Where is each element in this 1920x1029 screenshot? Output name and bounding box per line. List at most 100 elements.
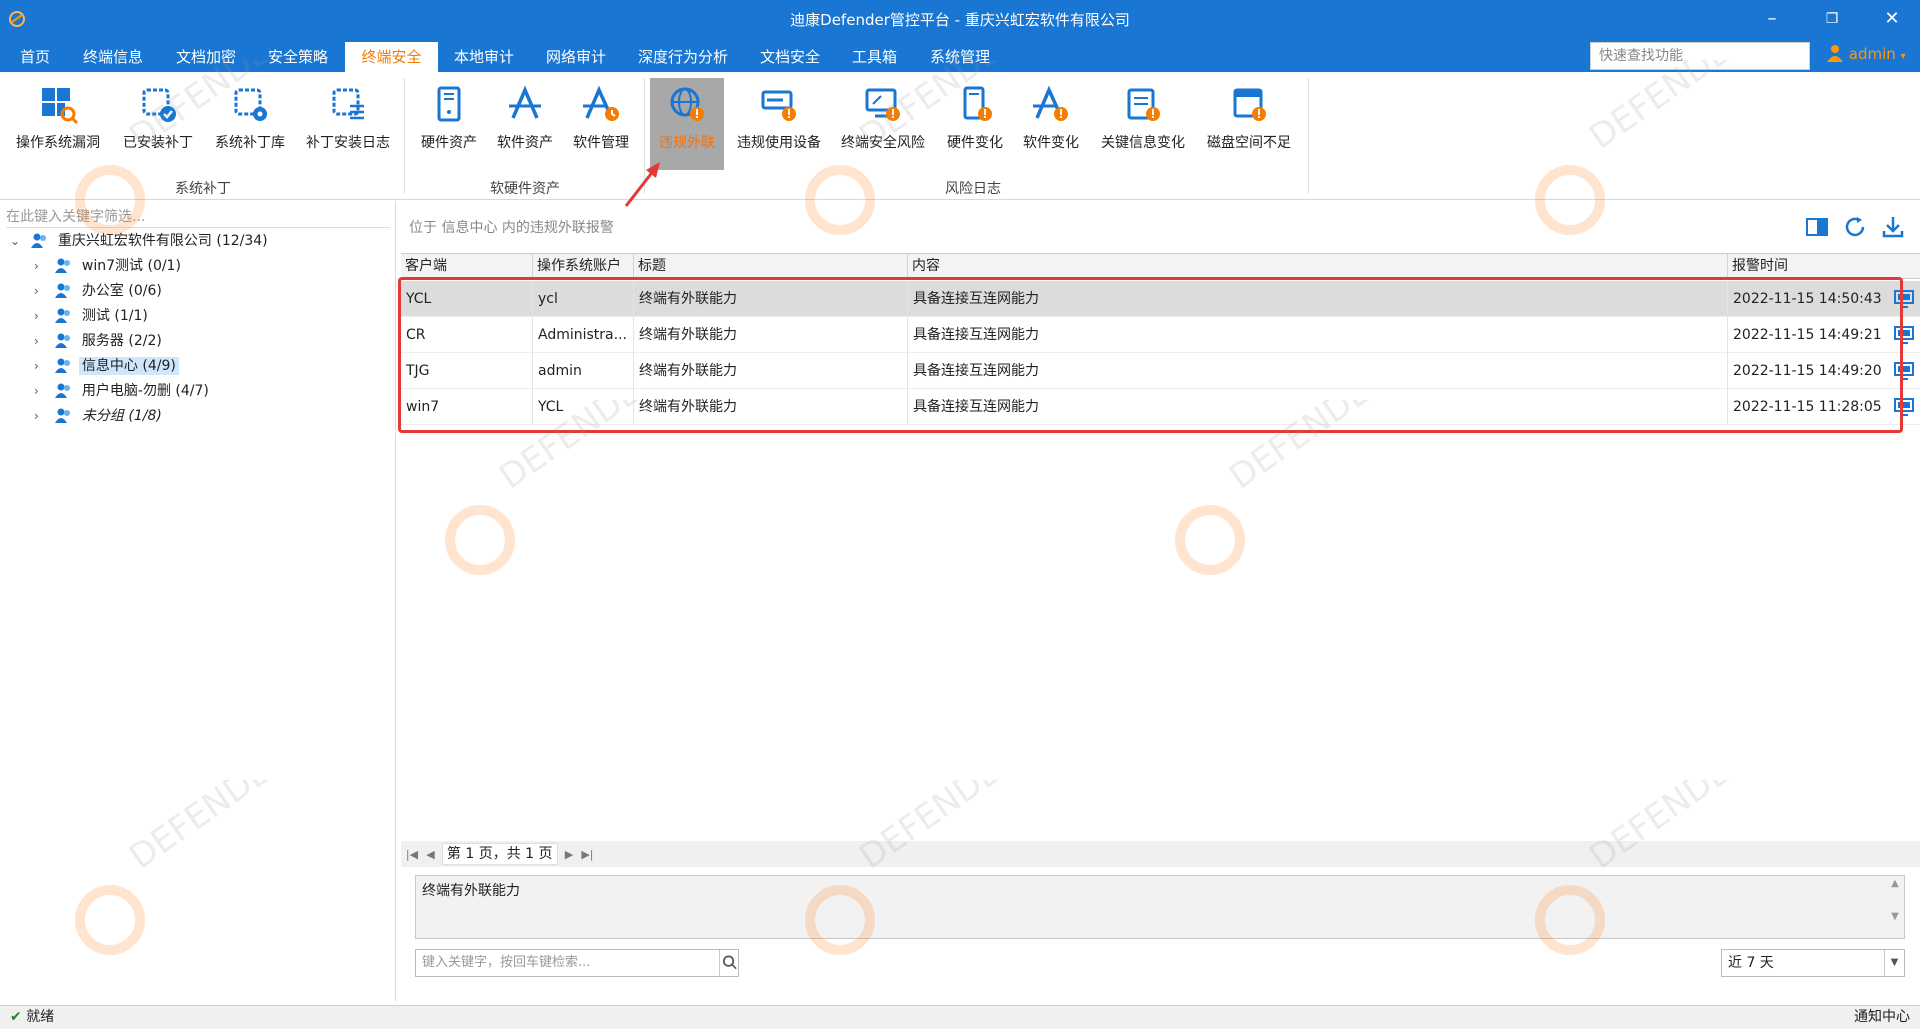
tree-item-servers[interactable]: › 服务器 (2/2) [34,329,165,353]
ribbon-illegal-device[interactable]: 违规使用设备 [732,78,826,170]
user-group-icon [55,408,71,423]
ribbon-terminal-risk[interactable]: 终端安全风险 [836,78,930,170]
cell-account: ycl [533,281,634,317]
column-layout-icon[interactable] [1805,215,1829,239]
menu-behavior-analysis[interactable]: 深度行为分析 [626,42,740,72]
ribbon-illegal-outreach-label: 违规外联 [659,135,715,151]
ribbon-os-vuln[interactable]: 操作系统漏洞 [10,78,106,170]
ribbon-software-asset[interactable]: 软件资产 [492,78,558,170]
menu-doc-security[interactable]: 文档安全 [748,42,832,72]
user-group-icon [55,383,71,398]
restore-button[interactable]: ❐ [1814,6,1850,32]
menu-network-audit[interactable]: 网络审计 [534,42,618,72]
chevron-right-icon[interactable]: › [34,354,50,378]
monitor-icon[interactable] [1894,398,1914,416]
chevron-right-icon[interactable]: › [34,329,50,353]
download-icon[interactable] [1881,215,1905,239]
notification-center-link[interactable]: 通知中心 [1854,1006,1910,1028]
refresh-icon[interactable] [1843,215,1867,239]
tree-filter-input[interactable]: 在此键入关键字筛选... [6,206,390,228]
monitor-icon[interactable] [1894,362,1914,380]
tree-item-test[interactable]: › 测试 (1/1) [34,304,151,328]
menu-doc-encrypt[interactable]: 文档加密 [164,42,248,72]
ribbon-disk-space[interactable]: 磁盘空间不足 [1202,78,1296,170]
column-alert-time[interactable]: 报警时间 [1728,254,1920,278]
tree-item-office[interactable]: › 办公室 (0/6) [34,279,165,303]
cell-time: 2022-11-15 14:49:20 [1733,363,1882,379]
time-range-select[interactable]: 近 7 天 ▼ [1721,949,1905,977]
globe-alert-icon [670,87,704,121]
disk-alert-icon [1233,88,1266,121]
monitor-icon[interactable] [1894,326,1914,344]
tree-item-win7-test[interactable]: › win7测试 (0/1) [34,254,184,278]
window-title: 迪康Defender管控平台 - 重庆兴虹宏软件有限公司 [790,11,1130,29]
chevron-right-icon[interactable]: › [34,404,50,428]
table-row[interactable]: YCL ycl 终端有外联能力 具备连接互连网能力 2022-11-15 14:… [401,281,1920,317]
ribbon-illegal-outreach[interactable]: 违规外联 [650,78,724,170]
last-page-icon[interactable]: ▶| [580,842,594,868]
menu-system-manage[interactable]: 系统管理 [918,42,1002,72]
user-menu[interactable]: admin ▾ [1826,44,1906,63]
column-client[interactable]: 客户端 [401,254,533,278]
detail-scrollbar[interactable]: ▲ ▼ [1888,878,1902,936]
table-row[interactable]: TJG admin 终端有外联能力 具备连接互连网能力 2022-11-15 1… [401,353,1920,389]
column-content[interactable]: 内容 [908,254,1728,278]
tree-item-user-pc[interactable]: › 用户电脑-勿删 (4/7) [34,379,212,403]
table-row[interactable]: win7 YCL 终端有外联能力 具备连接互连网能力 2022-11-15 11… [401,389,1920,425]
tree-item-label: 未分组 (1/8) [81,408,162,424]
menu-terminal-security[interactable]: 终端安全 [345,42,438,72]
user-group-icon [31,233,47,248]
user-name: admin [1848,45,1896,63]
menu-local-audit[interactable]: 本地审计 [442,42,526,72]
ribbon-patch-log[interactable]: 补丁安装日志 [300,78,396,170]
menu-terminal-info[interactable]: 终端信息 [71,42,155,72]
ribbon-hardware-asset[interactable]: 硬件资产 [416,78,482,170]
cell-content: 具备连接互连网能力 [908,389,1728,425]
cell-content: 具备连接互连网能力 [908,353,1728,389]
table-row[interactable]: CR Administra... 终端有外联能力 具备连接互连网能力 2022-… [401,317,1920,353]
ribbon-key-info-change[interactable]: 关键信息变化 [1096,78,1190,170]
menu-toolbox[interactable]: 工具箱 [840,42,909,72]
ribbon-software-manage[interactable]: 软件管理 [568,78,634,170]
chevron-right-icon[interactable]: › [34,279,50,303]
cell-time: 2022-11-15 14:49:21 [1733,327,1882,343]
monitor-icon[interactable] [1894,290,1914,308]
ribbon-software-change[interactable]: 软件变化 [1018,78,1084,170]
first-page-icon[interactable]: |◀ [405,842,419,868]
cell-client: TJG [401,353,533,389]
menu-security-policy[interactable]: 安全策略 [256,42,340,72]
tree-root[interactable]: ⌄ 重庆兴虹宏软件有限公司 (12/34) [10,229,271,253]
status-bar: ✔ 就绪 通知中心 [0,1005,1920,1029]
chevron-down-icon[interactable]: ⌄ [10,229,26,253]
ribbon-hardware-asset-label: 硬件资产 [421,135,477,151]
chevron-right-icon[interactable]: › [34,304,50,328]
device-alert-icon [761,90,796,121]
pager: |◀ ◀ 第 1 页，共 1 页 ▶ ▶| [401,841,1920,867]
tree-item-label: 服务器 (2/2) [81,333,162,349]
ribbon-installed-patch[interactable]: 已安装补丁 [116,78,200,170]
chevron-down-icon[interactable]: ▼ [1884,950,1904,976]
menu-home[interactable]: 首页 [8,42,62,72]
user-group-icon [55,258,71,273]
prev-page-icon[interactable]: ◀ [423,842,437,868]
ribbon-hardware-change[interactable]: 硬件变化 [942,78,1008,170]
tree-item-ungrouped[interactable]: › 未分组 (1/8) [34,404,165,428]
cell-client: win7 [401,389,533,425]
chevron-right-icon[interactable]: › [34,254,50,278]
windows-search-icon [42,88,78,124]
column-os-account[interactable]: 操作系统账户 [533,254,634,278]
search-icon[interactable] [719,950,739,976]
ribbon-software-change-label: 软件变化 [1023,135,1079,151]
check-icon: ✔ [10,1009,22,1025]
quick-search-input[interactable]: 快速查找功能 [1590,42,1810,70]
column-title[interactable]: 标题 [634,254,908,278]
next-page-icon[interactable]: ▶ [562,842,576,868]
tree-item-info-center[interactable]: › 信息中心 (4/9) [34,354,179,378]
minimize-button[interactable]: – [1754,6,1790,32]
close-button[interactable]: ✕ [1874,6,1910,32]
ribbon-patch-library[interactable]: 系统补丁库 [208,78,292,170]
keyword-search-input[interactable]: 键入关键字，按回车键检索... [415,949,739,977]
tree-item-label: 测试 (1/1) [81,308,148,324]
chevron-right-icon[interactable]: › [34,379,50,403]
patch-installed-icon [142,88,176,122]
